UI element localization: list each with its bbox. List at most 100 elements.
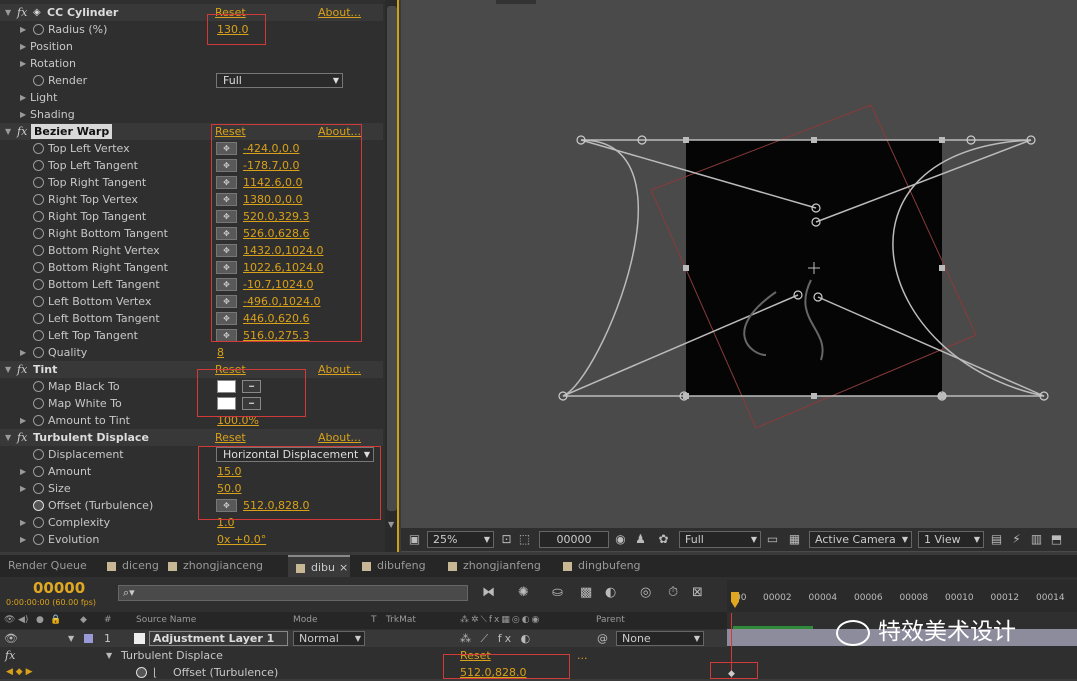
stopwatch-icon[interactable] <box>33 483 44 494</box>
stopwatch-icon[interactable]: ⏱ <box>668 585 678 600</box>
transparency-grid-icon[interactable]: ▦ <box>787 532 802 547</box>
prop-value[interactable]: 0x +0.0° <box>217 531 266 548</box>
graph-editor-icon[interactable]: ◎ <box>640 585 651 600</box>
channels-icon[interactable]: ✿ <box>656 532 671 547</box>
effect-header-tint[interactable]: ▼ fx Tint Reset About... <box>0 361 383 378</box>
stopwatch-icon[interactable] <box>33 143 44 154</box>
view-layout-dropdown[interactable]: 1 View ▼ <box>918 531 984 548</box>
fx-icon[interactable]: fx <box>5 647 15 664</box>
column-mode[interactable]: Mode <box>293 612 318 629</box>
stopwatch-icon[interactable] <box>33 313 44 324</box>
keyframe-nav-icon[interactable]: ◀ ◆ ▶ <box>6 664 33 681</box>
fx-icon[interactable]: fx <box>17 4 27 21</box>
stopwatch-icon[interactable] <box>33 449 44 460</box>
resolution-dropdown[interactable]: Full ▼ <box>679 531 761 548</box>
always-preview-icon[interactable]: ▣ <box>407 532 422 547</box>
audio-icon[interactable]: ◀) <box>18 612 28 629</box>
tab-zhongjianfeng[interactable]: zhongjianfeng <box>448 555 541 577</box>
layer-switches[interactable]: ⁂ ⟋ fx ◐ <box>460 630 533 647</box>
flowchart-icon[interactable]: ⬒ <box>1049 532 1064 547</box>
render-dropdown[interactable]: Full ▼ <box>216 73 343 88</box>
expand-arrow-icon[interactable]: ▼ <box>5 429 11 446</box>
stopwatch-icon[interactable] <box>33 534 44 545</box>
more-button[interactable]: ... <box>577 647 588 664</box>
comp-canvas[interactable] <box>401 0 1077 528</box>
label-color-swatch[interactable] <box>84 634 93 643</box>
fx-icon[interactable]: fx <box>17 123 27 140</box>
tab-render-queue[interactable]: Render Queue <box>8 555 87 577</box>
label-icon[interactable]: ◆ <box>80 612 87 629</box>
column-parent[interactable]: Parent <box>596 612 625 629</box>
twirl-icon[interactable]: ▶ <box>20 480 26 497</box>
safe-zones-icon[interactable]: ⬚ <box>517 532 532 547</box>
snapshot-icon[interactable]: ◉ <box>613 532 628 547</box>
stopwatch-icon[interactable] <box>33 466 44 477</box>
reset-button[interactable]: Reset <box>215 429 246 446</box>
twirl-icon[interactable]: ▶ <box>20 89 26 106</box>
stopwatch-icon[interactable] <box>33 347 44 358</box>
twirl-icon[interactable]: ▶ <box>20 21 26 38</box>
playhead-icon[interactable] <box>731 592 739 608</box>
motion-blur-icon[interactable]: ◐ <box>605 585 616 600</box>
effect-row[interactable]: fx ▼ Turbulent Displace Reset ... <box>0 647 727 664</box>
property-row[interactable]: ◀ ◆ ▶ ⌊ Offset (Turbulence) 512.0,828.0 <box>0 664 727 681</box>
stopwatch-icon[interactable] <box>33 296 44 307</box>
fx-icon[interactable]: fx <box>17 361 27 378</box>
stopwatch-icon[interactable] <box>33 75 44 86</box>
twirl-icon[interactable]: ▶ <box>20 514 26 531</box>
stopwatch-active-icon[interactable] <box>136 667 147 678</box>
frame-blending-icon[interactable]: ▩ <box>580 585 592 600</box>
fast-preview-icon[interactable]: ⚡ <box>1009 532 1024 547</box>
fx-icon[interactable]: fx <box>17 429 27 446</box>
fit-icon[interactable]: ⊡ <box>499 532 514 547</box>
stopwatch-icon[interactable] <box>33 177 44 188</box>
visibility-icon[interactable]: 👁 <box>4 630 18 647</box>
prop-value[interactable]: 8 <box>217 344 224 361</box>
about-link[interactable]: About... <box>318 361 361 378</box>
scroll-thumb[interactable] <box>387 6 397 511</box>
current-time[interactable]: 00000 <box>33 579 85 597</box>
stopwatch-icon[interactable] <box>33 262 44 273</box>
twirl-icon[interactable]: ▶ <box>20 38 26 55</box>
tab-dibufeng[interactable]: dibufeng <box>362 555 426 577</box>
tab-zhongjianceng[interactable]: zhongjianceng <box>168 555 263 577</box>
twirl-icon[interactable]: ▶ <box>20 106 26 123</box>
effect-header-cc-cylinder[interactable]: ▼ fx ◈ CC Cylinder Reset About... <box>0 4 383 21</box>
stopwatch-active-icon[interactable] <box>33 500 44 511</box>
region-of-interest-icon[interactable]: ▭ <box>765 532 780 547</box>
layer-name-field[interactable]: Adjustment Layer 1 <box>149 631 288 646</box>
composition-viewer[interactable] <box>401 0 1077 552</box>
about-link[interactable]: About... <box>318 429 361 446</box>
tab-dibu[interactable]: dibu × <box>288 555 350 577</box>
toggle-pixel-aspect-icon[interactable]: ▤ <box>989 532 1004 547</box>
camera-dropdown[interactable]: Active Camera ▼ <box>809 531 912 548</box>
eye-icon[interactable]: 👁 <box>4 612 15 629</box>
blend-mode-dropdown[interactable]: Normal ▼ <box>293 631 365 646</box>
scroll-down-icon[interactable]: ▼ <box>388 520 394 529</box>
expand-arrow-icon[interactable]: ▼ <box>68 630 74 647</box>
column-source-name[interactable]: Source Name <box>136 612 196 629</box>
timeline-icon[interactable]: ▥ <box>1029 532 1044 547</box>
stopwatch-icon[interactable] <box>33 279 44 290</box>
work-area-bar[interactable] <box>733 626 813 629</box>
stopwatch-icon[interactable] <box>33 211 44 222</box>
stopwatch-icon[interactable] <box>33 24 44 35</box>
twirl-icon[interactable]: ▶ <box>20 412 26 429</box>
effect-controls-scrollbar[interactable]: ▼ <box>385 0 397 552</box>
layer-row[interactable]: 👁 ▼ 1 Adjustment Layer 1 Normal ▼ ⁂ ⟋ fx … <box>0 630 727 647</box>
time-ruler[interactable]: 00 00002 00004 00006 00008 00010 00012 00014 <box>727 580 1077 612</box>
about-link[interactable]: About... <box>318 4 361 21</box>
expand-arrow-icon[interactable]: ▼ <box>5 361 11 378</box>
lock-icon[interactable]: 🔒 <box>50 612 61 629</box>
expand-arrow-icon[interactable]: ▼ <box>5 4 11 21</box>
timecode-field[interactable]: 00000 <box>539 531 609 548</box>
expand-arrow-icon[interactable]: ▼ <box>5 123 11 140</box>
graph-toggle-icon[interactable]: ⊠ <box>692 585 703 600</box>
effect-header-turbulent-displace[interactable]: ▼ fx Turbulent Displace Reset About... <box>0 429 383 446</box>
stopwatch-icon[interactable] <box>33 160 44 171</box>
tab-dingbufeng[interactable]: dingbufeng <box>563 555 641 577</box>
pickwhip-icon[interactable]: @ <box>597 630 608 647</box>
stopwatch-icon[interactable] <box>33 194 44 205</box>
stopwatch-icon[interactable] <box>33 330 44 341</box>
comp-mini-flowchart-icon[interactable]: ⧓ <box>482 585 495 600</box>
